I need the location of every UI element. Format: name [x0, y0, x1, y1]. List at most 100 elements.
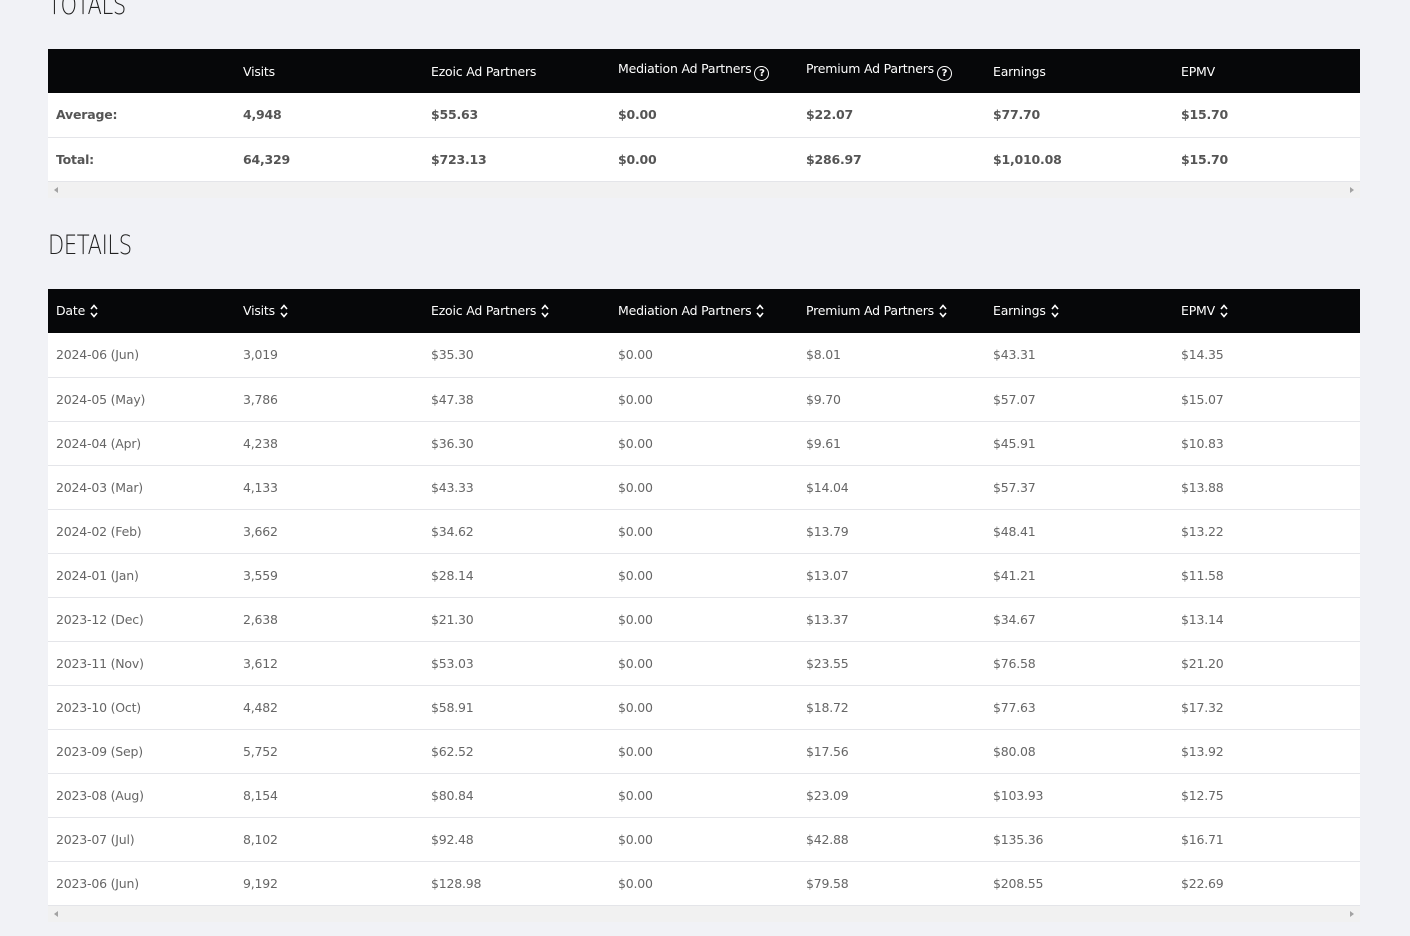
sort-icon[interactable]: [755, 302, 765, 320]
table-cell: $0.00: [610, 421, 798, 466]
scroll-right-arrow[interactable]: [1344, 906, 1360, 922]
table-cell: $41.21: [985, 553, 1173, 598]
table-cell: $0.00: [610, 377, 798, 422]
table-row: 2023-07 (Jul) 8,102 $92.48 $0.00 $42.88 $135.…: [48, 817, 1360, 862]
table-row: 2024-01 (Jan) 3,559 $28.14 $0.00 $13.07 $41.2…: [48, 553, 1360, 598]
chevron-left-icon: [54, 910, 58, 917]
details-col-visits[interactable]: Visits: [235, 289, 423, 333]
column-label: Earnings: [993, 63, 1046, 79]
details-col-epmv[interactable]: EPMV: [1173, 289, 1360, 333]
totals-horizontal-scrollbar[interactable]: [48, 181, 1360, 198]
totals-col-premium-ad-partners: Premium Ad Partners?: [798, 49, 985, 93]
scroll-left-arrow[interactable]: [48, 906, 64, 922]
totals-row-total: Total: 64,329 $723.13 $0.00 $286.97 $1,010.08…: [48, 137, 1360, 182]
table-cell: 2023-11 (Nov): [48, 641, 235, 686]
table-cell: $208.55: [985, 861, 1173, 906]
table-cell: $12.75: [1173, 773, 1360, 818]
table-cell: 2024-02 (Feb): [48, 509, 235, 554]
table-cell: $128.98: [423, 861, 610, 906]
question-circle-icon[interactable]: ?: [754, 66, 770, 81]
details-col-ezoic-ad-partners[interactable]: Ezoic Ad Partners: [423, 289, 610, 333]
scroll-right-arrow[interactable]: [1344, 182, 1360, 198]
table-row: 2023-12 (Dec) 2,638 $21.30 $0.00 $13.37 $34.6…: [48, 597, 1360, 642]
question-circle-icon[interactable]: ?: [936, 66, 952, 81]
table-row: 2023-11 (Nov) 3,612 $53.03 $0.00 $23.55 $76.5…: [48, 641, 1360, 686]
table-cell: $0.00: [610, 597, 798, 642]
table-cell: $77.70: [985, 93, 1173, 138]
page: TOTALS Visits Ezoic Ad Partners Mediation …: [0, 0, 1410, 936]
table-cell: $13.88: [1173, 465, 1360, 510]
table-cell: $0.00: [610, 553, 798, 598]
table-cell: Average:: [48, 93, 235, 138]
table-cell: $22.07: [798, 93, 985, 138]
table-row: 2023-09 (Sep) 5,752 $62.52 $0.00 $17.56 $80.0…: [48, 729, 1360, 774]
table-row: 2024-02 (Feb) 3,662 $34.62 $0.00 $13.79 $48.4…: [48, 509, 1360, 554]
sort-icon[interactable]: [1050, 302, 1060, 320]
table-cell: $135.36: [985, 817, 1173, 862]
table-cell: $13.37: [798, 597, 985, 642]
table-cell: $9.70: [798, 377, 985, 422]
table-row: 2023-08 (Aug) 8,154 $80.84 $0.00 $23.09 $103.…: [48, 773, 1360, 818]
table-cell: $9.61: [798, 421, 985, 466]
table-row: 2023-06 (Jun) 9,192 $128.98 $0.00 $79.58 $208…: [48, 861, 1360, 906]
table-cell: $23.55: [798, 641, 985, 686]
table-cell: $35.30: [423, 333, 610, 378]
table-cell: $58.91: [423, 685, 610, 730]
table-cell: $42.88: [798, 817, 985, 862]
table-cell: $13.79: [798, 509, 985, 554]
sort-icon[interactable]: [938, 302, 948, 320]
sort-icon[interactable]: [279, 302, 289, 320]
details-col-earnings[interactable]: Earnings: [985, 289, 1173, 333]
totals-col-earnings: Earnings: [985, 49, 1173, 93]
column-label: Visits: [243, 63, 275, 79]
table-cell: 3,786: [235, 377, 423, 422]
table-cell: 3,612: [235, 641, 423, 686]
table-cell: $15.70: [1173, 137, 1360, 182]
table-cell: $0.00: [610, 773, 798, 818]
table-cell: 2024-06 (Jun): [48, 333, 235, 378]
table-cell: 5,752: [235, 729, 423, 774]
table-cell: $16.71: [1173, 817, 1360, 862]
sort-icon[interactable]: [540, 302, 550, 320]
table-row: 2024-04 (Apr) 4,238 $36.30 $0.00 $9.61 $45.91…: [48, 421, 1360, 466]
details-col-premium-ad-partners[interactable]: Premium Ad Partners: [798, 289, 985, 333]
scroll-left-arrow[interactable]: [48, 182, 64, 198]
column-label: Mediation Ad Partners: [618, 61, 752, 76]
table-cell: $103.93: [985, 773, 1173, 818]
column-label: Date: [56, 303, 86, 318]
table-cell: $10.83: [1173, 421, 1360, 466]
table-cell: $286.97: [798, 137, 985, 182]
table-cell: $34.67: [985, 597, 1173, 642]
table-cell: 4,948: [235, 93, 423, 138]
table-cell: $1,010.08: [985, 137, 1173, 182]
table-cell: 9,192: [235, 861, 423, 906]
details-title: DETAILS: [48, 230, 132, 261]
sort-icon[interactable]: [89, 302, 99, 320]
details-col-date[interactable]: Date: [48, 289, 235, 333]
table-cell: 2,638: [235, 597, 423, 642]
sort-icon[interactable]: [1219, 302, 1229, 320]
table-row: 2023-10 (Oct) 4,482 $58.91 $0.00 $18.72 $77.6…: [48, 685, 1360, 730]
details-table-body: 2024-06 (Jun) 3,019 $35.30 $0.00 $8.01 $43.31…: [48, 333, 1360, 906]
table-cell: 8,102: [235, 817, 423, 862]
table-cell: 64,329: [235, 137, 423, 182]
table-cell: $11.58: [1173, 553, 1360, 598]
table-cell: $8.01: [798, 333, 985, 378]
details-col-mediation-ad-partners[interactable]: Mediation Ad Partners: [610, 289, 798, 333]
totals-row-average: Average: 4,948 $55.63 $0.00 $22.07 $77.70 $15.…: [48, 93, 1360, 138]
table-cell: $77.63: [985, 685, 1173, 730]
table-cell: $53.03: [423, 641, 610, 686]
table-cell: $79.58: [798, 861, 985, 906]
table-cell: $80.08: [985, 729, 1173, 774]
details-horizontal-scrollbar[interactable]: [48, 905, 1360, 922]
table-cell: $0.00: [610, 729, 798, 774]
table-cell: $36.30: [423, 421, 610, 466]
table-cell: 2023-09 (Sep): [48, 729, 235, 774]
table-cell: $0.00: [610, 685, 798, 730]
totals-col-visits: Visits: [235, 49, 423, 93]
table-cell: 8,154: [235, 773, 423, 818]
details-table-header: Date Visits Ezoic Ad Partners Mediation Ad …: [48, 289, 1360, 333]
table-cell: $0.00: [610, 93, 798, 138]
table-cell: $57.37: [985, 465, 1173, 510]
totals-col-blank: [48, 49, 235, 93]
